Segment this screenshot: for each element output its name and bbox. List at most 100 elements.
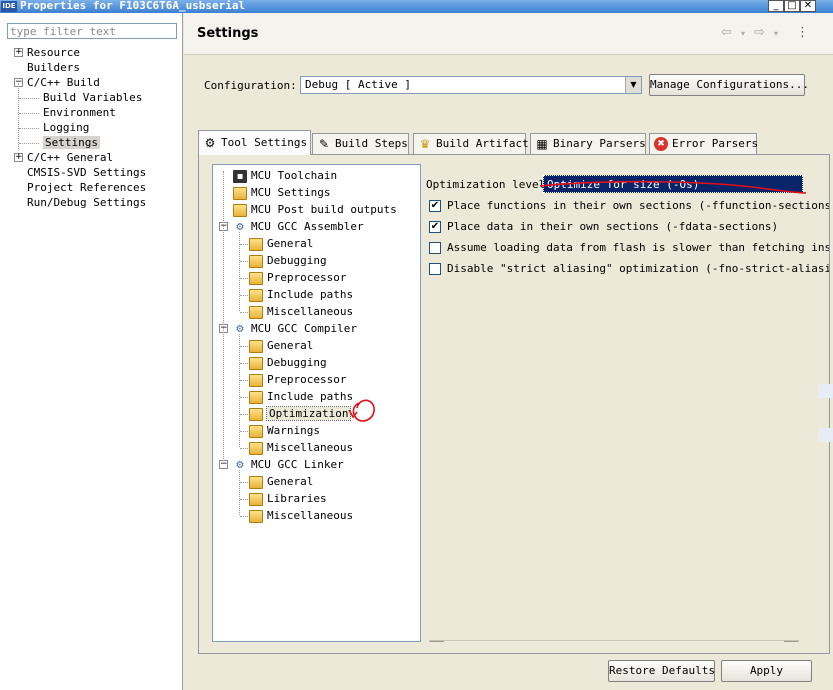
tool-tree-label: Miscellaneous: [267, 509, 354, 522]
sidebar-item-c-c-general[interactable]: C/C++ General: [27, 150, 113, 165]
checkbox-icon[interactable]: [429, 263, 441, 275]
collapse-icon[interactable]: −: [219, 460, 228, 469]
tree-guide-line: [19, 113, 39, 114]
tool-tree-item-include-paths[interactable]: Include paths: [249, 388, 353, 405]
scroll-left-icon[interactable]: ◀: [430, 641, 444, 642]
forward-arrow-icon[interactable]: ⇨: [754, 25, 765, 40]
sidebar-item-project-references[interactable]: Project References: [27, 180, 146, 195]
tool-tree-item-mcu-toolchain[interactable]: ▪ MCU Toolchain: [233, 167, 337, 184]
artifact-icon: ♛: [419, 137, 431, 151]
tab-tool-settings[interactable]: ⚙ Tool Settings: [198, 130, 311, 155]
sidebar-item-label: C/C++ General: [27, 151, 114, 164]
expand-icon[interactable]: +: [14, 48, 23, 57]
tab-build-steps[interactable]: ✎ Build Steps: [312, 133, 409, 154]
sidebar-item-label: Logging: [43, 121, 90, 134]
tool-tree-label: Libraries: [267, 492, 327, 505]
back-dropdown-icon[interactable]: ▾: [741, 29, 745, 38]
checkbox-label: Place functions in their own sections (-…: [447, 199, 829, 212]
tree-guide-line: [240, 312, 248, 313]
tool-tree-item-debugging[interactable]: Debugging: [249, 354, 327, 371]
tool-tree-item-miscellaneous[interactable]: Miscellaneous: [249, 303, 353, 320]
tree-guide-line: [240, 448, 248, 449]
back-arrow-icon[interactable]: ⇦: [721, 25, 732, 40]
tool-tree-item-mcu-gcc-compiler[interactable]: ⚙ MCU GCC Compiler: [233, 320, 357, 337]
restore-defaults-button[interactable]: Restore Defaults: [608, 660, 715, 682]
horizontal-scrollbar[interactable]: ◀ ▶: [429, 640, 799, 642]
tool-tree-item-mcu-post-build-outputs[interactable]: MCU Post build outputs: [233, 201, 397, 218]
tab-binary-parsers[interactable]: ▦ Binary Parsers: [530, 133, 646, 154]
sidebar-item-environment[interactable]: Environment: [43, 105, 116, 120]
tool-tree-label: Warnings: [267, 424, 320, 437]
title-bar: IDE Properties for F103C6T6A_usbserial _…: [0, 0, 833, 13]
checkbox-icon[interactable]: [429, 242, 441, 254]
tool-tree-item-general[interactable]: General: [249, 337, 313, 354]
tool-tree-item-preprocessor[interactable]: Preprocessor: [249, 269, 346, 286]
tool-tree-item-general[interactable]: General: [249, 473, 313, 490]
checkbox-strict-aliasing[interactable]: Disable "strict aliasing" optimization (…: [429, 261, 829, 277]
scroll-right-icon[interactable]: ▶: [784, 641, 798, 642]
tree-guide-line: [240, 346, 248, 347]
tab-build-artifact[interactable]: ♛ Build Artifact: [413, 133, 529, 154]
checkbox-icon[interactable]: ✔: [429, 221, 441, 233]
tool-tree-item-optimization[interactable]: Optimization: [249, 405, 352, 422]
folder-icon: [249, 339, 263, 353]
tool-tree-item-preprocessor[interactable]: Preprocessor: [249, 371, 346, 388]
sidebar-item-cmsis-svd-settings[interactable]: CMSIS-SVD Settings: [27, 165, 146, 180]
filter-input[interactable]: [7, 23, 177, 39]
tab-label: Tool Settings: [221, 136, 308, 149]
optimization-level-select[interactable]: Optimize for size (-Os): [543, 175, 803, 193]
expand-icon[interactable]: +: [14, 153, 23, 162]
tab-label: Error Parsers: [672, 137, 759, 150]
maximize-button[interactable]: □: [784, 0, 800, 12]
tree-guide-line: [240, 414, 248, 415]
tree-guide-line: [240, 363, 248, 364]
checkbox-function-sections[interactable]: ✔ Place functions in their own sections (…: [429, 198, 829, 214]
tab-error-parsers[interactable]: ✖ Error Parsers: [649, 133, 759, 154]
tool-tree-item-debugging[interactable]: Debugging: [249, 252, 327, 269]
sidebar-item-settings[interactable]: Settings: [43, 135, 100, 150]
sidebar-item-label: Settings: [43, 136, 100, 149]
sidebar-item-logging[interactable]: Logging: [43, 120, 89, 135]
tool-tree-item-mcu-settings[interactable]: MCU Settings: [233, 184, 330, 201]
ide-app-icon: IDE: [1, 1, 17, 12]
binary-icon: ▦: [536, 137, 548, 151]
tool-tree-item-warnings[interactable]: Warnings: [249, 422, 320, 439]
tool-tree-label: MCU Settings: [251, 186, 331, 199]
tool-tree-item-miscellaneous[interactable]: Miscellaneous: [249, 507, 353, 524]
tool-tree-item-libraries[interactable]: Libraries: [249, 490, 327, 507]
apply-button[interactable]: Apply: [721, 660, 812, 682]
optimization-level-label: Optimization level: [426, 178, 546, 191]
checkbox-icon[interactable]: ✔: [429, 200, 441, 212]
sidebar-item-builders[interactable]: Builders: [27, 60, 80, 75]
sidebar-item-build-variables[interactable]: Build Variables: [43, 90, 142, 105]
folder-icon: [249, 254, 263, 268]
tree-guide-line: [240, 482, 248, 483]
sidebar-item-run-debug-settings[interactable]: Run/Debug Settings: [27, 195, 146, 210]
tab-label: Build Steps: [335, 137, 408, 150]
tool-tree-item-mcu-gcc-assembler[interactable]: ⚙ MCU GCC Assembler: [233, 218, 364, 235]
tool-tree-item-miscellaneous[interactable]: Miscellaneous: [249, 439, 353, 456]
checkbox-data-sections[interactable]: ✔ Place data in their own sections (-fdat…: [429, 219, 778, 235]
tab-label: Build Artifact: [436, 137, 529, 150]
tool-tree-item-include-paths[interactable]: Include paths: [249, 286, 353, 303]
folder-icon: [249, 288, 263, 302]
tool-tree-label: Preprocessor: [267, 271, 347, 284]
tool-tree-item-mcu-gcc-linker[interactable]: ⚙ MCU GCC Linker: [233, 456, 344, 473]
chevron-down-icon[interactable]: ▼: [625, 77, 641, 93]
tool-tree-item-general[interactable]: General: [249, 235, 313, 252]
forward-dropdown-icon[interactable]: ▾: [774, 29, 778, 38]
view-menu-icon[interactable]: ⋮: [796, 25, 809, 40]
close-button[interactable]: ✕: [800, 0, 816, 12]
checkbox-slow-flash[interactable]: Assume loading data from flash is slower…: [429, 240, 829, 256]
folder-icon: [249, 407, 263, 421]
tool-tree-label: MCU GCC Assembler: [251, 220, 364, 233]
tree-guide-line: [240, 499, 248, 500]
configuration-select[interactable]: Debug [ Active ] ▼: [300, 76, 642, 94]
manage-configurations-button[interactable]: Manage Configurations...: [649, 74, 809, 96]
sidebar-item-resource[interactable]: Resource: [27, 45, 80, 60]
tree-guide-line: [240, 295, 248, 296]
tool-tree: ▪ MCU Toolchain MCU Settings MCU Post build…: [212, 164, 421, 642]
sidebar-item-c-c-build[interactable]: C/C++ Build: [27, 75, 100, 90]
minimize-button[interactable]: _: [768, 0, 784, 12]
tool-tree-label: MCU Post build outputs: [251, 203, 397, 216]
